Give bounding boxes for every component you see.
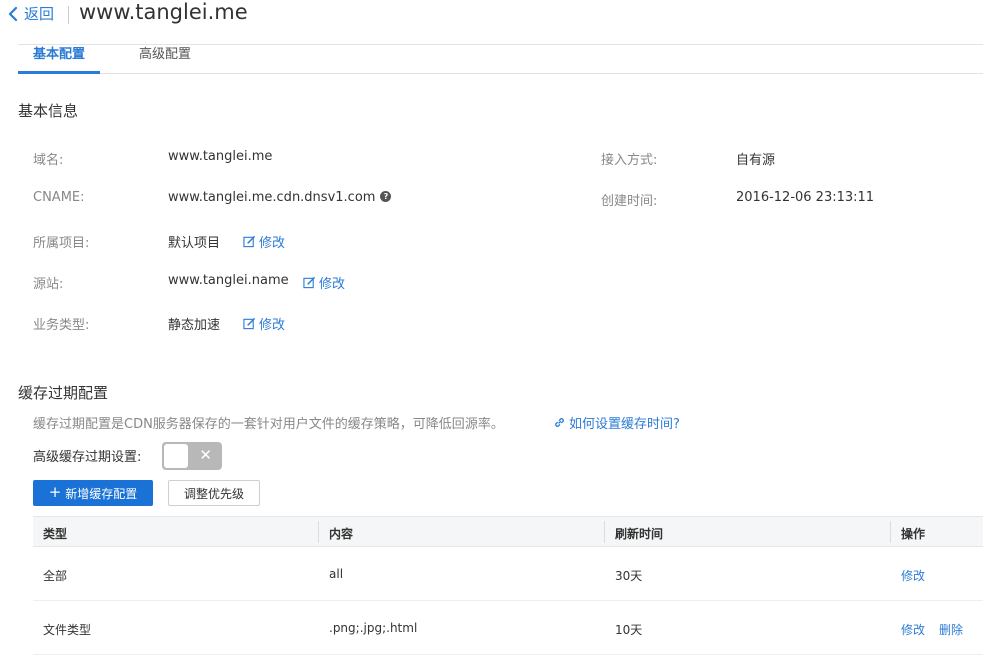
- back-button[interactable]: 返回: [8, 3, 54, 24]
- basic-info-title: 基本信息: [18, 102, 79, 120]
- cache-help-link[interactable]: 如何设置缓存时间?: [553, 413, 680, 432]
- header-divider: [890, 521, 891, 543]
- domain-label: 域名:: [33, 153, 64, 168]
- cache-table: 类型 内容 刷新时间 操作 全部 all 30天 修改 文件类型 .png;.j…: [33, 516, 983, 655]
- cache-config-title: 缓存过期配置: [18, 384, 109, 402]
- row-edit-link[interactable]: 修改: [901, 621, 925, 638]
- edit-icon: [243, 317, 256, 330]
- service-type-label: 业务类型:: [33, 318, 90, 333]
- table-header: 类型 内容 刷新时间 操作: [33, 516, 983, 547]
- adjust-priority-button[interactable]: 调整优先级: [168, 480, 260, 506]
- table-row: 全部 all 30天 修改: [33, 547, 983, 601]
- cell-refresh-time: 30天: [615, 569, 643, 583]
- cname-label: CNAME:: [33, 190, 85, 205]
- row-edit-link[interactable]: 修改: [901, 567, 925, 584]
- chevron-left-icon: [8, 6, 18, 21]
- advanced-cache-label: 高级缓存过期设置:: [33, 450, 142, 465]
- edit-label: 修改: [259, 236, 286, 251]
- page-header: 返回 www.tanglei.me: [0, 0, 983, 30]
- cache-description: 缓存过期配置是CDN服务器保存的一套针对用户文件的缓存策略，可降低回源率。: [33, 417, 504, 432]
- table-row: 文件类型 .png;.jpg;.html 10天 修改 删除: [33, 601, 983, 655]
- cell-content: .png;.jpg;.html: [329, 621, 418, 635]
- row-delete-link[interactable]: 删除: [939, 621, 963, 638]
- header-type: 类型: [43, 527, 68, 541]
- advanced-cache-toggle[interactable]: ✕: [162, 442, 222, 470]
- project-value: 默认项目: [168, 236, 221, 251]
- add-cache-config-button[interactable]: + 新增缓存配置: [33, 480, 153, 506]
- access-mode-label: 接入方式:: [601, 153, 658, 168]
- cache-help-link-label: 如何设置缓存时间?: [569, 417, 680, 432]
- edit-service-type-button[interactable]: 修改: [243, 314, 285, 333]
- close-icon: ✕: [199, 446, 212, 464]
- back-label: 返回: [24, 5, 55, 23]
- edit-project-button[interactable]: 修改: [243, 232, 285, 251]
- link-icon: [555, 418, 564, 427]
- tab-advanced-config[interactable]: 高级配置: [124, 45, 206, 74]
- cell-type: 全部: [43, 569, 68, 583]
- edit-icon: [303, 276, 316, 289]
- header-divider: [68, 6, 69, 24]
- cell-refresh-time: 10天: [615, 623, 643, 637]
- project-label: 所属项目:: [33, 236, 90, 251]
- add-cache-config-label: 新增缓存配置: [65, 486, 138, 501]
- page-title: www.tanglei.me: [79, 0, 248, 24]
- header-refresh-time: 刷新时间: [615, 527, 664, 541]
- edit-label: 修改: [319, 277, 346, 292]
- service-type-value: 静态加速: [168, 318, 221, 333]
- created-time-label: 创建时间:: [601, 194, 658, 209]
- access-mode-value: 自有源: [736, 153, 776, 168]
- header-divider: [318, 521, 319, 543]
- header-divider: [604, 521, 605, 543]
- edit-icon: [243, 235, 256, 248]
- header-content: 内容: [329, 527, 354, 541]
- cell-type: 文件类型: [43, 623, 92, 637]
- plus-icon: +: [48, 483, 62, 501]
- help-question-icon[interactable]: ?: [380, 191, 392, 202]
- header-actions: 操作: [901, 527, 926, 541]
- edit-origin-button[interactable]: 修改: [303, 273, 345, 292]
- tab-bar: 基本配置 高级配置: [18, 44, 983, 74]
- origin-label: 源站:: [33, 277, 64, 292]
- cell-content: all: [329, 567, 344, 581]
- cname-row: www.tanglei.me.cdn.dnsv1.com?: [168, 190, 392, 205]
- origin-value: www.tanglei.name: [168, 273, 289, 288]
- domain-value: www.tanglei.me: [168, 149, 273, 164]
- cname-value: www.tanglei.me.cdn.dnsv1.com: [168, 190, 376, 205]
- toggle-knob: [164, 444, 188, 468]
- tab-basic-config[interactable]: 基本配置: [18, 45, 101, 74]
- created-time-value: 2016-12-06 23:13:11: [736, 190, 875, 205]
- edit-label: 修改: [259, 318, 286, 333]
